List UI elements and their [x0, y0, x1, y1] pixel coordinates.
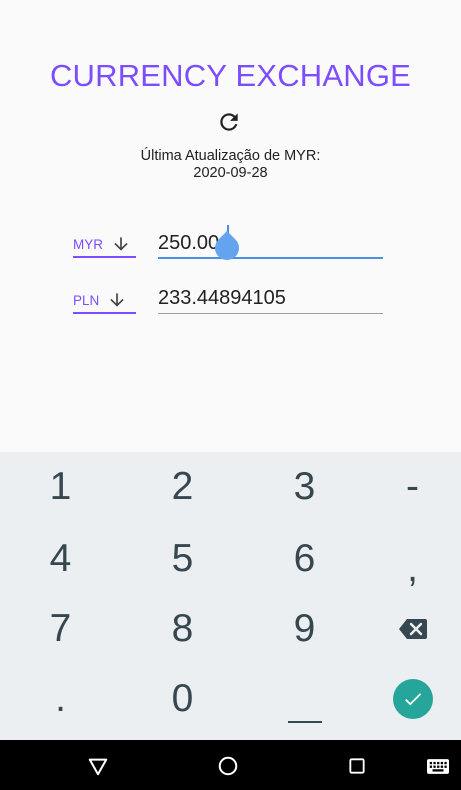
key-1[interactable]: 1 — [3, 452, 118, 522]
space-bar-icon — [287, 721, 322, 723]
page-title: CURRENCY EXCHANGE — [49, 58, 412, 93]
last-update-info: Última Atualização de MYR: 2020-09-28 — [0, 148, 461, 182]
amount-value: 233.44894105 — [158, 287, 286, 309]
currency-select-to[interactable]: PLN — [73, 288, 136, 314]
currency-code: MYR — [73, 236, 103, 252]
key-4[interactable]: 4 — [3, 524, 118, 594]
nav-recents-button[interactable] — [342, 751, 372, 781]
key-2[interactable]: 2 — [125, 452, 240, 522]
amount-input-from[interactable]: 250.00 — [158, 225, 383, 265]
key-period[interactable]: . — [3, 664, 118, 734]
key-done[interactable] — [355, 664, 461, 734]
key-9[interactable]: 9 — [247, 594, 362, 664]
back-icon — [88, 758, 108, 776]
key-space[interactable] — [247, 664, 362, 734]
key-7[interactable]: 7 — [3, 594, 118, 664]
check-icon — [404, 693, 421, 706]
system-nav-bar — [0, 740, 461, 790]
key-backspace[interactable] — [355, 594, 461, 664]
home-icon — [218, 756, 238, 776]
key-0[interactable]: 0 — [125, 664, 240, 734]
nav-back-button[interactable] — [83, 751, 113, 781]
done-button[interactable] — [392, 679, 433, 719]
keyboard-icon — [427, 758, 449, 774]
key-6[interactable]: 6 — [247, 524, 362, 594]
last-update-label: Última Atualização de MYR: — [140, 148, 321, 164]
refresh-button[interactable] — [216, 109, 242, 135]
refresh-icon — [220, 113, 238, 131]
amount-value: 250.00 — [158, 232, 220, 254]
key-5[interactable]: 5 — [125, 524, 240, 594]
nav-home-button[interactable] — [213, 751, 243, 781]
app-screen: CURRENCY EXCHANGE Última Atualização de … — [0, 0, 461, 452]
key-minus[interactable]: - — [355, 452, 461, 522]
backspace-icon — [398, 619, 427, 639]
arrow-down-icon — [114, 237, 128, 251]
last-update-date: 2020-09-28 — [193, 165, 268, 181]
key-8[interactable]: 8 — [125, 594, 240, 664]
numeric-keyboard: 1 2 3 - 4 5 6 , 7 8 9 . 0 — [0, 452, 461, 740]
arrow-down-icon — [110, 293, 124, 307]
recents-icon — [349, 758, 365, 774]
amount-input-to[interactable]: 233.44894105 — [158, 286, 383, 314]
key-3[interactable]: 3 — [247, 452, 362, 522]
currency-select-from[interactable]: MYR — [73, 232, 136, 258]
nav-keyboard-button[interactable] — [423, 751, 453, 781]
currency-code: PLN — [73, 292, 100, 308]
